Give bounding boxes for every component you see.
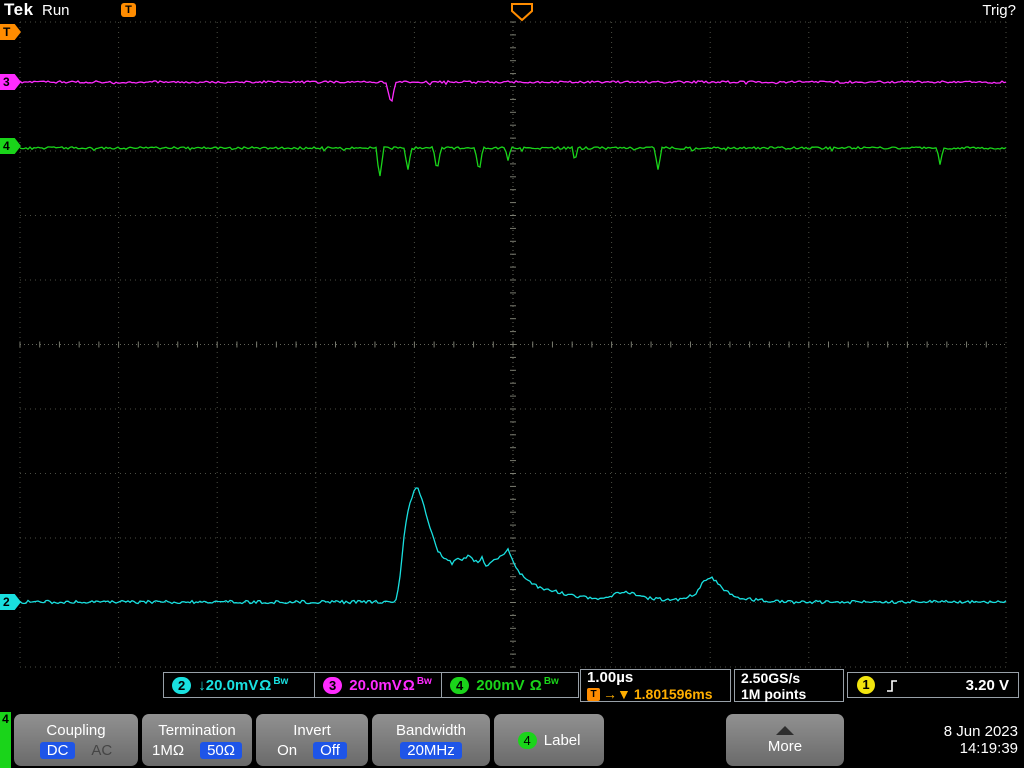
ch4-badge: 4 xyxy=(450,677,469,694)
coupling-dc-option[interactable]: DC xyxy=(40,742,76,759)
graticule-grid xyxy=(20,22,1006,667)
label-channel-badge: 4 xyxy=(518,732,537,749)
ch3-badge: 3 xyxy=(323,677,342,694)
ohm-icon: Ω xyxy=(403,677,415,694)
termination-title: Termination xyxy=(158,722,236,739)
channel-menu-bar: 4 Coupling DC AC Termination 1MΩ 50Ω Inv… xyxy=(0,712,1024,768)
more-button[interactable]: More xyxy=(726,714,844,766)
label-text: Label xyxy=(544,732,581,749)
ch2-scale-readout: 2 ↓20.0mVΩBw xyxy=(163,672,315,698)
bandwidth-limit-icon: Bw xyxy=(544,676,559,687)
sample-rate: 2.50GS/s xyxy=(741,670,837,686)
up-arrow-icon xyxy=(776,726,794,735)
oscilloscope-screen: Tek Run T Trig? T 3 4 2 2 ↓20.0mVΩBw 3 2… xyxy=(0,0,1024,768)
datetime-display: 8 Jun 2023 14:19:39 xyxy=(894,714,1022,766)
termination-1mohm-option[interactable]: 1MΩ xyxy=(152,742,184,759)
ohm-icon: Ω xyxy=(530,677,542,694)
trigger-position-marker[interactable] xyxy=(512,4,532,20)
termination-button[interactable]: Termination 1MΩ 50Ω xyxy=(142,714,252,766)
rising-edge-slope-icon xyxy=(885,678,899,693)
invert-title: Invert xyxy=(293,722,331,739)
invert-button[interactable]: Invert On Off xyxy=(256,714,368,766)
timebase-readout: 1.00µs T →▼ 1.801596ms xyxy=(580,669,731,702)
menu-channel-indicator: 4 xyxy=(0,712,11,768)
bandwidth-value[interactable]: 20MHz xyxy=(400,742,462,759)
graticule-area xyxy=(0,0,1024,712)
coupling-title: Coupling xyxy=(46,722,105,739)
time-value: 14:19:39 xyxy=(960,740,1018,757)
trigger-level-value: 3.20 V xyxy=(966,677,1009,694)
coupling-ac-option[interactable]: AC xyxy=(91,742,112,759)
record-length: 1M points xyxy=(741,686,837,702)
invert-off-option[interactable]: Off xyxy=(313,742,347,759)
label-button[interactable]: 4 Label xyxy=(494,714,604,766)
bandwidth-limit-icon: Bw xyxy=(417,676,432,687)
ch3-scale-readout: 3 20.0mVΩBw xyxy=(314,672,442,698)
ohm-icon: Ω xyxy=(259,677,271,694)
trigger-flag-icon: T xyxy=(587,688,600,701)
delay-arrow-icon: →▼ xyxy=(603,686,631,702)
bandwidth-button[interactable]: Bandwidth 20MHz xyxy=(372,714,490,766)
ch2-badge: 2 xyxy=(172,677,191,694)
ch3-scale: 20.0mVΩBw xyxy=(349,676,432,694)
trigger-readout: 1 3.20 V xyxy=(847,672,1019,698)
bandwidth-title: Bandwidth xyxy=(396,722,466,739)
date-value: 8 Jun 2023 xyxy=(944,723,1018,740)
more-text: More xyxy=(768,738,802,755)
coupling-button[interactable]: Coupling DC AC xyxy=(14,714,138,766)
invert-on-option[interactable]: On xyxy=(277,742,297,759)
trigger-delay: T →▼ 1.801596ms xyxy=(587,686,724,702)
acquisition-readout: 2.50GS/s 1M points xyxy=(734,669,844,702)
trigger-source-badge: 1 xyxy=(857,676,875,694)
ch4-scale: 200mV ΩBw xyxy=(476,676,559,694)
timebase-scale: 1.00µs xyxy=(587,669,724,686)
ch2-scale: ↓20.0mVΩBw xyxy=(198,676,288,694)
bandwidth-limit-icon: Bw xyxy=(273,676,288,687)
ch4-scale-readout: 4 200mV ΩBw xyxy=(441,672,579,698)
termination-50ohm-option[interactable]: 50Ω xyxy=(200,742,242,759)
